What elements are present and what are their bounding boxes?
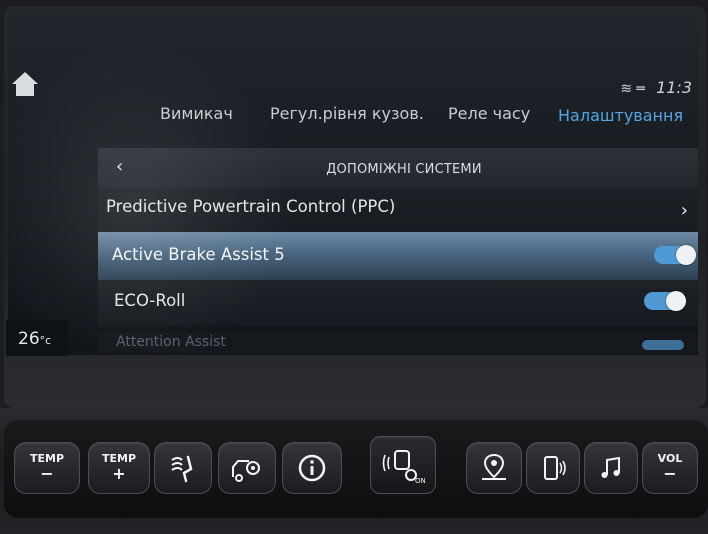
list-item-label: Attention Assist: [116, 334, 226, 350]
temperature-readout: 26°c: [6, 320, 68, 356]
vehicle-settings-button[interactable]: [218, 442, 276, 494]
toggle-knob: [676, 245, 696, 265]
toggle-switch[interactable]: [644, 291, 686, 311]
chevron-right-icon: ›: [680, 200, 688, 221]
list-item-ppc[interactable]: Predictive Powertrain Control (PPC) ›: [98, 188, 698, 234]
list-item-active-brake-assist[interactable]: Active Brake Assist 5: [98, 232, 698, 280]
button-sign: +: [112, 464, 126, 483]
on-label: ON: [415, 477, 425, 485]
dashboard-photo: ≋ ═ 11:3 Вимикач Регул.рівня кузов. Реле…: [0, 0, 708, 534]
info-icon: [298, 454, 326, 482]
list-item-label: ECO-Roll: [114, 291, 186, 310]
wifi-icon: ≋ ═: [620, 81, 645, 97]
toggle-switch[interactable]: [642, 340, 684, 350]
infotainment-screen: ≋ ═ 11:3 Вимикач Регул.рівня кузов. Реле…: [8, 10, 698, 355]
tab-body-level[interactable]: Регул.рівня кузов.: [270, 104, 424, 123]
status-bar: ≋ ═ 11:3: [620, 78, 692, 97]
driver-assist-icon: ON: [382, 450, 425, 485]
tab-switch[interactable]: Вимикач: [160, 104, 233, 123]
section-title: ДОПОМІЖНІ СИСТЕМИ: [326, 162, 482, 177]
phone-icon: [544, 456, 566, 480]
volume-down-button[interactable]: VOL −: [642, 442, 698, 494]
temp-down-button[interactable]: TEMP −: [14, 442, 80, 494]
music-button[interactable]: [584, 442, 638, 494]
clock-time: 11:3: [656, 78, 692, 97]
list-item-label: Active Brake Assist 5: [112, 245, 285, 264]
list-item-attention-assist[interactable]: Attention Assist: [98, 332, 698, 352]
seat-airflow-icon: [171, 455, 193, 483]
navigation-icon: [482, 453, 506, 480]
driver-assist-button[interactable]: ON: [370, 436, 436, 494]
section-header: ‹ ДОПОМІЖНІ СИСТЕМИ: [98, 148, 698, 192]
list-item-eco-roll[interactable]: ECO-Roll: [98, 280, 698, 326]
list-item-label: Predictive Powertrain Control (PPC): [106, 197, 396, 216]
navigation-button[interactable]: [466, 442, 522, 494]
temp-up-button[interactable]: TEMP +: [88, 442, 150, 494]
temperature-value: 26: [18, 329, 40, 349]
tab-timer[interactable]: Реле часу: [448, 104, 530, 123]
tab-settings[interactable]: Налаштування: [558, 106, 683, 125]
toggle-switch[interactable]: [654, 245, 696, 265]
info-button[interactable]: [282, 442, 342, 494]
seat-airflow-button[interactable]: [154, 442, 212, 494]
button-sign: −: [663, 464, 677, 483]
phone-button[interactable]: [526, 442, 580, 494]
vehicle-settings-icon: [232, 460, 260, 482]
home-icon[interactable]: [8, 66, 42, 100]
toggle-knob: [666, 291, 686, 311]
button-sign: −: [40, 464, 54, 483]
temperature-unit: °c: [39, 334, 52, 347]
music-icon: [601, 456, 620, 478]
